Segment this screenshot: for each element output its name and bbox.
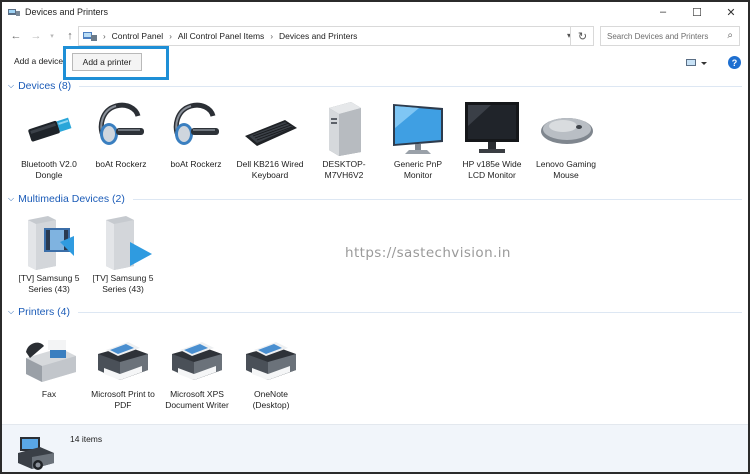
device-label: HP v185e Wide LCD Monitor (462, 159, 522, 180)
group-header-printers[interactable]: ⌵ Printers (4) (8, 306, 742, 318)
breadcrumb-all-items[interactable]: All Control Panel Items (178, 31, 264, 41)
device-item[interactable]: Generic PnP Monitor (383, 98, 453, 180)
printer-label: Fax (41, 389, 57, 399)
media-renderer-icon (94, 212, 152, 270)
breadcrumb-devices-printers[interactable]: Devices and Printers (279, 31, 357, 41)
back-arrow-icon[interactable]: ← (8, 28, 24, 44)
printer-label: OneNote (Desktop) (252, 389, 290, 410)
group-header-multimedia[interactable]: ⌵ Multimedia Devices (2) (8, 193, 742, 205)
multimedia-label: [TV] Samsung 5 Series (43) (18, 273, 80, 294)
search-icon[interactable]: ⌕ (727, 30, 733, 41)
collapse-chevron-icon[interactable]: ⌵ (8, 81, 14, 91)
window: Devices and Printers – ☐ ✕ ← → ▾ ↑ › Con… (0, 0, 750, 474)
device-label: boAt Rockerz (95, 159, 147, 169)
breadcrumb-separator-icon: › (270, 31, 273, 41)
device-label: DESKTOP-M7VH6V2 (322, 159, 366, 180)
search-input[interactable]: Search Devices and Printers ⌕ (600, 26, 740, 46)
navigation-bar: ← → ▾ ↑ › Control Panel › All Control Pa… (2, 26, 748, 46)
item-count: 14 items (70, 434, 103, 444)
printer-icon (242, 328, 300, 386)
lcd-monitor-icon (463, 98, 521, 156)
device-label: Lenovo Gaming Mouse (535, 159, 596, 180)
device-label: boAt Rockerz (170, 159, 222, 169)
view-options-icon[interactable] (686, 57, 708, 69)
recent-locations-chevron-icon[interactable]: ▾ (44, 28, 60, 44)
control-panel-icon (83, 31, 97, 42)
printer-item[interactable]: Microsoft Print to PDF (88, 328, 158, 410)
media-server-icon (20, 212, 78, 270)
printer-item[interactable]: OneNote (Desktop) (236, 328, 306, 410)
add-device-button[interactable]: Add a device (10, 56, 67, 66)
refresh-icon[interactable]: ↻ (570, 26, 594, 46)
printer-icon (168, 328, 226, 386)
headset-icon (92, 98, 150, 156)
devices-printers-app-icon (8, 7, 20, 17)
printer-label: Microsoft Print to PDF (91, 389, 155, 410)
help-icon[interactable]: ? (728, 56, 741, 69)
group-divider (79, 85, 742, 87)
multimedia-item[interactable]: [TV] Samsung 5 Series (43) (88, 212, 158, 294)
window-title: Devices and Printers (25, 7, 109, 17)
device-item[interactable]: DESKTOP-M7VH6V2 (309, 98, 379, 180)
group-divider (132, 198, 742, 200)
device-item[interactable]: Lenovo Gaming Mouse (531, 98, 601, 180)
printer-item[interactable]: Microsoft XPS Document Writer (162, 328, 232, 410)
collapse-chevron-icon[interactable]: ⌵ (8, 307, 14, 317)
group-header-devices[interactable]: ⌵ Devices (8) (8, 80, 742, 92)
mouse-icon (537, 98, 595, 156)
search-placeholder: Search Devices and Printers (607, 31, 709, 41)
device-item[interactable]: Dell KB216 Wired Keyboard (235, 98, 305, 180)
breadcrumb-separator-icon: › (103, 31, 106, 41)
title-bar: Devices and Printers – ☐ ✕ (2, 2, 748, 22)
address-bar[interactable]: › Control Panel › All Control Panel Item… (78, 26, 594, 46)
device-label: Bluetooth V2.0 Dongle (21, 159, 77, 180)
device-item[interactable]: HP v185e Wide LCD Monitor (457, 98, 527, 180)
group-title-multimedia: Multimedia Devices (2) (18, 193, 125, 205)
multimedia-label: [TV] Samsung 5 Series (43) (92, 273, 154, 294)
up-arrow-icon[interactable]: ↑ (62, 28, 78, 44)
device-item[interactable]: boAt Rockerz (161, 98, 231, 170)
fax-icon (20, 328, 78, 386)
device-item[interactable]: boAt Rockerz (86, 98, 156, 170)
add-printer-highlight-box (63, 46, 169, 80)
multimedia-item[interactable]: [TV] Samsung 5 Series (43) (14, 212, 84, 294)
close-button[interactable]: ✕ (714, 2, 748, 22)
printer-icon (94, 328, 152, 386)
group-title-devices: Devices (8) (18, 80, 72, 92)
breadcrumb-separator-icon: › (169, 31, 172, 41)
status-bar: 14 items (2, 424, 748, 472)
device-label: Dell KB216 Wired Keyboard (236, 159, 304, 180)
breadcrumb-control-panel[interactable]: Control Panel (112, 31, 164, 41)
maximize-button[interactable]: ☐ (680, 2, 714, 22)
group-divider (78, 311, 742, 313)
headset-icon (167, 98, 225, 156)
group-title-printers: Printers (4) (18, 306, 71, 318)
watermark-text: https://sastechvision.in (345, 245, 511, 261)
window-controls: – ☐ ✕ (646, 2, 748, 22)
device-label: Generic PnP Monitor (393, 159, 443, 180)
usb-dongle-icon (20, 98, 78, 156)
monitor-icon (389, 98, 447, 156)
devices-printers-status-icon (16, 435, 60, 471)
forward-arrow-icon[interactable]: → (28, 28, 44, 44)
collapse-chevron-icon[interactable]: ⌵ (8, 194, 14, 204)
printer-item[interactable]: Fax (14, 328, 84, 400)
keyboard-icon (241, 98, 299, 156)
printer-label: Microsoft XPS Document Writer (165, 389, 229, 410)
minimize-button[interactable]: – (646, 2, 680, 22)
desktop-tower-icon (315, 98, 373, 156)
device-item[interactable]: Bluetooth V2.0 Dongle (14, 98, 84, 180)
